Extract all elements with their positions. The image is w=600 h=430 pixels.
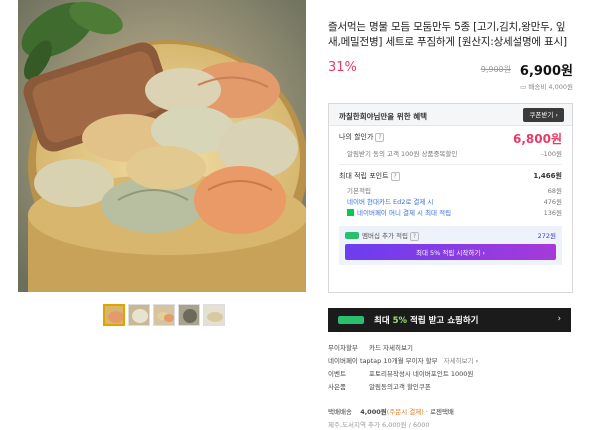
help-icon[interactable]: ? [390,172,400,181]
thumbnail-strip [103,304,225,326]
shipping-fee: 4,000원 [360,408,387,416]
original-price: 9,900원 [480,65,511,74]
benefit-body: 나의 할인가? 6,800원 알림받기 동의 고객 100원 상품중복할인 -1… [329,126,572,292]
thumbnail-2[interactable] [128,304,150,326]
points-row-label: 기본적립 [347,187,371,195]
sale-price: 6,900원 [519,64,573,79]
points-row-value: 476원 [543,198,562,206]
benefit-box: 까칠한희야님만을 위한 혜택 쿠폰받기 › 나의 할인가? 6,800원 알림받… [328,103,573,293]
chevron-right-icon: › [557,314,561,324]
big-button-prefix: 최대 [374,316,393,326]
details-link[interactable]: 자세히보기 [444,357,474,365]
help-icon[interactable]: ? [375,133,385,142]
thumbnail-1[interactable] [103,304,125,326]
shipping-extra: 제주,도서지역 추가 6,000원 / 6000 [328,421,430,429]
membership-box: 멤버십 추가 적립? 272원 최대 5% 적립 시작하기 › [339,226,562,265]
thumbnail-4[interactable] [178,304,200,326]
info-row: 사은품 알림동의고객 할인쿠폰 [328,381,573,394]
naver-plus-membership-icon [338,316,364,324]
points-row: 기본적립 68원 [339,185,562,196]
points-row-value: 68원 [547,187,562,195]
info-key: 네이버페이 taptap 10개월 무이자 할부 자세히보기 › [328,355,478,365]
coupon-button-label: 쿠폰받기 [529,111,554,119]
discount-rate: 31% [328,60,357,75]
naverpay-icon [347,209,354,216]
info-value[interactable]: 카드 자세히보기 [369,342,413,352]
coupon-note-row: 알림받기 동의 고객 100원 상품중복할인 -100원 [339,148,562,159]
info-row: 네이버페이 taptap 10개월 무이자 할부 자세히보기 › [328,355,573,368]
price-row: 31% 9,900원 6,900원 [328,60,573,80]
coupon-note-value: -100원 [541,150,562,158]
shipping-info: 택배배송 4,000원(주문시 결제) · 로젠택배 제주,도서지역 추가 6,… [328,406,573,429]
max-points-row: 최대 적립 포인트? 1,466원 [339,171,562,185]
membership-start-button[interactable]: 최대 5% 적립 시작하기 › [345,244,556,260]
info-key: 무이자할부 [328,344,358,352]
shipping-condition: (주문시 결제) [386,408,424,416]
info-row: 무이자할부 카드 자세히보기 [328,342,573,355]
product-info-panel: 즐서먹는 명물 모듬 모둠만두 5종 [고기,김치,왕만두, 잎새,메밀전병] … [328,20,573,293]
max-points-label-text: 최대 적립 포인트 [339,172,389,180]
chevron-right-icon: › [555,111,558,119]
membership-start-button-label: 최대 5% 적립 시작하기 [415,249,481,257]
info-key-text: 네이버페이 taptap 10개월 무이자 할부 [328,357,438,365]
benefit-header: 까칠한희야님만을 위한 혜택 쿠폰받기 › [329,104,572,126]
points-row[interactable]: 네이버 현대카드 Ed2로 결제 시 476원 [339,196,562,207]
product-title: 즐서먹는 명물 모듬 모둠만두 5종 [고기,김치,왕만두, 잎새,메밀전병] … [328,21,567,48]
points-row-label-wrap[interactable]: 네이버페이 머니 결제 시 최대 적립 [347,207,451,217]
big-button-pct: 5% [392,316,408,326]
points-row-label[interactable]: 네이버페이 머니 결제 시 최대 적립 [357,209,451,217]
coupon-note: 알림받기 동의 고객 100원 상품중복할인 [347,150,458,158]
info-value: 포토리뷰작성시 네이버포인트 1000원 [369,370,474,378]
points-row[interactable]: 네이버페이 머니 결제 시 최대 적립 136원 [339,207,562,220]
thumbnail-5[interactable] [203,304,225,326]
dumplings-steamer-illustration [18,0,306,292]
shipping-fee-text: 배송비 4,000원 [528,83,573,91]
chevron-right-icon: › [482,249,486,257]
max-points-label: 최대 적립 포인트? [339,171,400,181]
info-value: 알림동의고객 할인쿠폰 [369,383,431,391]
info-key: 이벤트 [328,370,346,378]
shop-with-points-button[interactable]: 최대 5% 적립 받고 쇼핑하기 › [328,308,571,332]
big-button-suffix: 적립 받고 쇼핑하기 [407,316,479,326]
membership-label-wrap: 멤버십 추가 적립? [345,232,419,241]
membership-label: 멤버십 추가 적립 [362,232,408,240]
max-points-value: 1,466원 [533,172,562,180]
membership-value: 272원 [537,232,556,240]
shipping-main-row: 택배배송 4,000원(주문시 결제) · 로젠택배 [328,408,454,416]
my-price-label-text: 나의 할인가 [339,133,374,141]
benefit-title: 까칠한희야님만을 위한 혜택 [339,112,428,121]
truck-icon: ▭ [520,83,527,91]
product-main-image [18,0,306,292]
purchase-info-list: 무이자할부 카드 자세히보기 네이버페이 taptap 10개월 무이자 할부 자… [328,342,573,394]
coupon-button[interactable]: 쿠폰받기 › [523,108,564,122]
my-price-row: 나의 할인가? 6,800원 [339,132,562,148]
points-row-value: 136원 [543,209,562,217]
thumbnail-3[interactable] [153,304,175,326]
help-icon[interactable]: ? [410,232,419,241]
info-row: 이벤트 포토리뷰작성시 네이버포인트 1000원 [328,368,573,381]
divider [339,164,562,165]
my-price-value: 6,800원 [513,132,562,146]
info-key: 사은품 [328,383,346,391]
shipping-fee-top: ▭ 배송비 4,000원 [328,81,573,91]
membership-row: 멤버십 추가 적립? 272원 [345,230,556,242]
chevron-right-icon: › [473,357,479,365]
shipping-courier: 로젠택배 [429,408,454,416]
shipping-label: 택배배송 [328,408,352,416]
naver-plus-membership-icon [345,232,359,239]
my-price-label: 나의 할인가? [339,132,385,142]
points-row-label[interactable]: 네이버 현대카드 Ed2로 결제 시 [347,196,433,206]
